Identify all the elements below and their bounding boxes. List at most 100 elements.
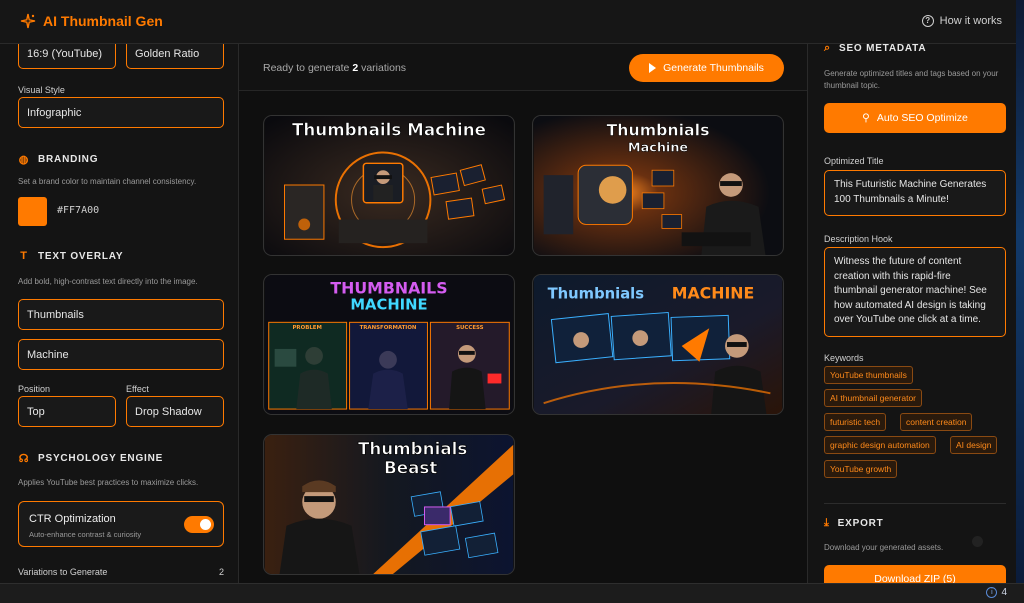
visual-style-select[interactable]: Infographic — [18, 97, 224, 128]
thumbnail-image-3: THUMBNAILS MACHINE PROBLEM TRANSFORMATIO… — [264, 275, 514, 414]
keyword-tag[interactable]: content creation — [900, 413, 973, 431]
panel-problem-label: PROBLEM — [292, 325, 321, 331]
seo-description: Generate optimized titles and tags based… — [824, 69, 999, 90]
app-header: AI Thumbnail Gen ? How it works — [0, 0, 1024, 44]
export-heading-text: EXPORT — [837, 518, 884, 529]
variations-row: Variations to Generate 2 — [18, 567, 224, 577]
thumbnail-4-title-part1: Thumbnials — [548, 286, 645, 303]
thumbnail-image-4: Thumbnials MACHINE — [533, 275, 783, 414]
ready-count: 2 — [352, 62, 359, 74]
thumbnail-4-title-part2: MACHINE — [672, 284, 755, 303]
psychology-heading: ☊ PSYCHOLOGY ENGINE — [18, 452, 163, 465]
toggle-knob — [200, 519, 211, 530]
seo-sidebar: ⌕ SEO METADATA Generate optimized titles… — [807, 44, 1024, 583]
app-logo[interactable]: AI Thumbnail Gen — [20, 13, 163, 29]
text-overlay-description: Add bold, high-contrast text directly in… — [18, 277, 198, 286]
status-dot — [972, 536, 983, 547]
thumbnail-card-3[interactable]: THUMBNAILS MACHINE PROBLEM TRANSFORMATIO… — [263, 274, 515, 415]
generate-label: Generate Thumbnails — [663, 62, 764, 74]
ctr-optimization-card[interactable]: CTR Optimization Auto-enhance contrast &… — [18, 501, 224, 547]
psychology-heading-text: PSYCHOLOGY ENGINE — [38, 453, 164, 464]
generate-thumbnails-button[interactable]: Generate Thumbnails — [629, 54, 784, 82]
seo-heading: ⌕ SEO METADATA — [824, 44, 926, 55]
how-it-works-label: How it works — [939, 15, 1002, 27]
description-hook-field[interactable]: Witness the future of content creation w… — [824, 247, 1006, 337]
thumbnail-card-1[interactable]: Thumbnails Machine — [263, 115, 515, 256]
keywords-label: Keywords — [824, 353, 864, 363]
overlay-line2-input[interactable]: Machine — [18, 339, 224, 370]
keyword-tag[interactable]: AI thumbnail generator — [824, 389, 922, 407]
variations-value: 2 — [218, 567, 224, 577]
panel-success-label: SUCCESS — [456, 325, 484, 331]
variations-label: Variations to Generate — [18, 567, 108, 577]
sparkle-icon — [20, 13, 36, 29]
notifications-indicator[interactable]: i 4 — [986, 587, 1007, 598]
ctr-toggle[interactable] — [184, 516, 214, 533]
app-title: AI Thumbnail Gen — [43, 13, 163, 29]
auto-seo-optimize-button[interactable]: ⚲ Auto SEO Optimize — [824, 103, 1006, 133]
thumbnail-card-4[interactable]: Thumbnials MACHINE — [532, 274, 784, 415]
description-hook-label: Description Hook — [824, 234, 893, 244]
keyword-tag[interactable]: graphic design automation — [824, 436, 936, 454]
thumbnail-5-title-line1: Thumbnials — [358, 439, 467, 459]
thumbnail-image-2: Thumbnials Machine — [533, 116, 783, 255]
desktop-wallpaper-edge — [1016, 0, 1024, 583]
thumbnail-2-title-line2: Machine — [628, 140, 689, 155]
branding-heading: ◍ BRANDING — [18, 153, 98, 166]
thumbnail-3-title-line1: THUMBNAILS — [330, 279, 447, 298]
ready-suffix: variations — [361, 62, 407, 74]
branding-heading-text: BRANDING — [38, 154, 99, 165]
optimized-title-label: Optimized Title — [824, 156, 884, 166]
download-icon: ⤓ — [824, 517, 830, 529]
branding-description: Set a brand color to maintain channel co… — [18, 177, 197, 186]
brain-icon: ☊ — [18, 453, 30, 465]
ready-status: Ready to generate 2 variations — [263, 62, 406, 74]
help-circle-icon: ? — [921, 15, 934, 27]
visual-style-label: Visual Style — [18, 85, 65, 95]
info-icon: i — [986, 587, 998, 598]
position-label: Position — [18, 384, 51, 394]
composition-select[interactable]: Golden Ratio — [126, 44, 224, 69]
panel-transformation-label: TRANSFORMATION — [360, 325, 417, 331]
optimized-title-field[interactable]: This Futuristic Machine Generates 100 Th… — [824, 170, 1006, 216]
effect-select[interactable]: Drop Shadow — [126, 396, 224, 427]
thumbnail-5-title-line2: Beast — [384, 457, 437, 477]
thumbnail-image-1: Thumbnails Machine — [264, 116, 514, 255]
ready-prefix: Ready to generate — [263, 62, 350, 74]
text-overlay-heading: T TEXT OVERLAY — [18, 250, 123, 262]
thumbnail-3-title-line2: MACHINE — [350, 297, 427, 314]
psychology-description: Applies YouTube best practices to maximi… — [18, 478, 199, 487]
results-toolbar: Ready to generate 2 variations Generate … — [239, 44, 807, 91]
search-icon: ⌕ — [824, 44, 831, 54]
play-icon — [649, 63, 657, 73]
overlay-line1-input[interactable]: Thumbnails — [18, 299, 224, 330]
how-it-works-button[interactable]: ? How it works — [921, 15, 1002, 27]
ctr-title: CTR Optimization — [29, 513, 116, 525]
export-heading: ⤓ EXPORT — [824, 517, 884, 530]
keyword-tag[interactable]: AI design — [950, 436, 998, 454]
thumbnail-image-5: Thumbnials Beast — [264, 435, 514, 574]
position-select[interactable]: Top — [18, 396, 116, 427]
download-zip-label: Download ZIP (5) — [874, 573, 956, 583]
section-divider — [824, 503, 1006, 504]
notifications-count: 4 — [1001, 587, 1007, 598]
thumbnail-1-title: Thumbnails Machine — [292, 120, 486, 140]
seo-heading-text: SEO METADATA — [838, 44, 927, 54]
brand-color-hex[interactable]: #FF7A00 — [57, 205, 99, 216]
ctr-subtitle: Auto-enhance contrast & curiosity — [29, 530, 142, 539]
effect-label: Effect — [126, 384, 149, 394]
keyword-tag[interactable]: YouTube growth — [824, 460, 898, 478]
results-area: Ready to generate 2 variations Generate … — [239, 44, 807, 583]
settings-sidebar: 16:9 (YouTube) Golden Ratio Visual Style… — [0, 44, 239, 583]
download-zip-button[interactable]: Download ZIP (5) — [824, 565, 1006, 583]
thumbnail-card-2[interactable]: Thumbnials Machine — [532, 115, 784, 256]
aspect-ratio-select[interactable]: 16:9 (YouTube) — [18, 44, 116, 69]
brand-color-swatch[interactable] — [18, 197, 47, 226]
export-description: Download your generated assets. — [824, 543, 944, 552]
thumbnail-card-5[interactable]: Thumbnials Beast — [263, 434, 515, 575]
text-overlay-heading-text: TEXT OVERLAY — [38, 250, 124, 262]
keyword-tag[interactable]: futuristic tech — [824, 413, 887, 431]
app-window: AI Thumbnail Gen ? How it works 16:9 (Yo… — [0, 0, 1024, 603]
text-type-icon: T — [20, 250, 28, 262]
keyword-tag[interactable]: YouTube thumbnails — [824, 366, 913, 384]
